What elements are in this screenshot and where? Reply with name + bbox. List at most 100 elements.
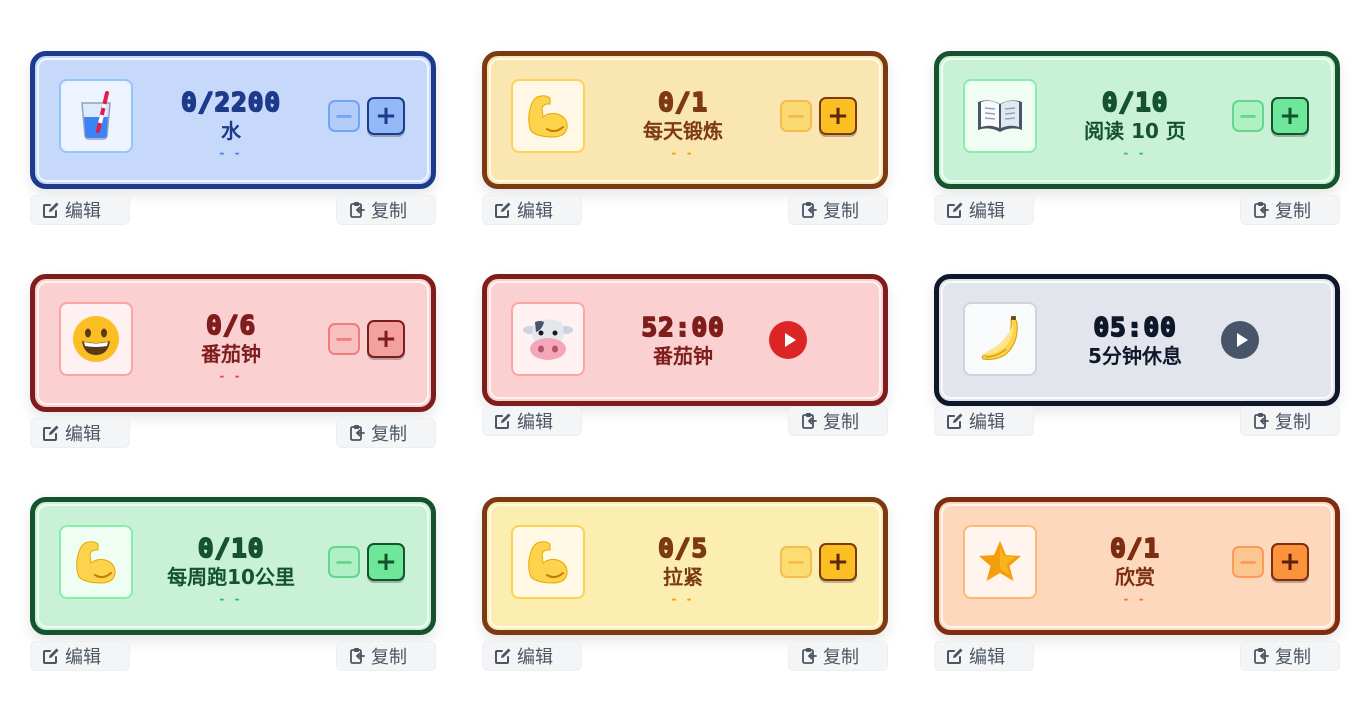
increment-button[interactable]: + <box>819 97 857 135</box>
copy-label: 复制 <box>823 412 859 433</box>
habit-name: 5分钟休息 <box>1088 344 1182 368</box>
habit-info: 05:00 5分钟休息 <box>1039 312 1231 368</box>
edit-button[interactable]: 编辑 <box>934 641 1034 671</box>
habit-card-cell: 05:00 5分钟休息 编辑 复制 <box>934 274 1340 440</box>
increment-button[interactable]: + <box>367 320 405 358</box>
card-actions: 编辑 复制 <box>934 406 1340 440</box>
play-icon <box>1235 332 1249 348</box>
habit-info: 0/2200 水 - - <box>135 87 327 160</box>
edit-button[interactable]: 编辑 <box>482 641 582 671</box>
play-button[interactable] <box>1221 321 1259 359</box>
habit-count: 0/2200 <box>180 87 281 119</box>
copy-label: 复制 <box>371 424 407 445</box>
card-actions: 编辑 复制 <box>934 195 1340 229</box>
decrement-button[interactable]: − <box>1232 100 1264 132</box>
habit-count: 0/1 <box>1109 533 1160 565</box>
habit-name: 水 <box>221 119 241 143</box>
flexed-biceps-icon <box>523 537 573 587</box>
edit-icon <box>945 646 965 666</box>
habit-icon-box <box>963 302 1037 376</box>
copy-button[interactable]: 复制 <box>336 418 436 448</box>
edit-button[interactable]: 编辑 <box>934 195 1034 225</box>
habit-info: 52:00 番茄钟 <box>587 312 779 368</box>
grinning-face-icon <box>71 314 121 364</box>
plus-icon: + <box>827 547 849 577</box>
habit-card-cell: 0/10 阅读 10 页 - - − + 编辑 复制 <box>934 51 1340 229</box>
minus-icon: − <box>333 325 355 353</box>
habit-count: 0/10 <box>1101 87 1169 119</box>
decrement-button[interactable]: − <box>780 546 812 578</box>
habit-name: 拉紧 <box>663 565 703 589</box>
habit-count: 52:00 <box>641 312 725 344</box>
copy-button[interactable]: 复制 <box>1240 195 1340 225</box>
habit-card-cell: 0/1 每天锻炼 - - − + 编辑 复制 <box>482 51 888 229</box>
edit-label: 编辑 <box>65 201 101 222</box>
copy-button[interactable]: 复制 <box>788 641 888 671</box>
habit-card-cell: 0/1 欣赏 - - − + 编辑 复制 <box>934 497 1340 675</box>
habit-card[interactable]: 0/6 番茄钟 - - − + <box>30 274 436 412</box>
copy-button[interactable]: 复制 <box>336 195 436 225</box>
flexed-biceps-icon <box>523 91 573 141</box>
edit-icon <box>493 411 513 431</box>
habit-count: 0/5 <box>657 533 708 565</box>
copy-label: 复制 <box>1275 647 1311 668</box>
copy-button[interactable]: 复制 <box>1240 641 1340 671</box>
edit-button[interactable]: 编辑 <box>30 418 130 448</box>
plus-icon: + <box>375 547 397 577</box>
increment-button[interactable]: + <box>367 543 405 581</box>
habit-info: 0/5 拉紧 - - <box>587 533 779 606</box>
plus-icon: + <box>375 101 397 131</box>
habit-card[interactable]: 0/2200 水 - - − + <box>30 51 436 189</box>
edit-button[interactable]: 编辑 <box>30 195 130 225</box>
habit-info: 0/10 每周跑10公里 - - <box>135 533 327 606</box>
copy-button[interactable]: 复制 <box>788 406 888 436</box>
edit-label: 编辑 <box>969 201 1005 222</box>
copy-label: 复制 <box>371 201 407 222</box>
decrement-button[interactable]: − <box>328 100 360 132</box>
card-actions: 编辑 复制 <box>30 641 436 675</box>
habit-card[interactable]: 0/1 欣赏 - - − + <box>934 497 1340 635</box>
decrement-button[interactable]: − <box>328 323 360 355</box>
edit-button[interactable]: 编辑 <box>934 406 1034 436</box>
card-actions: 编辑 复制 <box>30 195 436 229</box>
decrement-button[interactable]: − <box>1232 546 1264 578</box>
habit-icon-box <box>59 525 133 599</box>
increment-button[interactable]: + <box>819 543 857 581</box>
habit-count: 0/6 <box>205 310 256 342</box>
habit-count: 0/10 <box>197 533 265 565</box>
edit-label: 编辑 <box>517 412 553 433</box>
copy-button[interactable]: 复制 <box>788 195 888 225</box>
edit-button[interactable]: 编辑 <box>482 195 582 225</box>
habit-card[interactable]: 0/10 阅读 10 页 - - − + <box>934 51 1340 189</box>
habit-card[interactable]: 05:00 5分钟休息 <box>934 274 1340 406</box>
habit-card-cell: 0/6 番茄钟 - - − + 编辑 复制 <box>30 274 436 452</box>
habit-card[interactable]: 0/10 每周跑10公里 - - − + <box>30 497 436 635</box>
copy-icon <box>347 423 367 443</box>
edit-button[interactable]: 编辑 <box>482 406 582 436</box>
habit-info: 0/10 阅读 10 页 - - <box>1039 87 1231 160</box>
water-glass-icon <box>73 91 119 141</box>
increment-button[interactable]: + <box>367 97 405 135</box>
decrement-button[interactable]: − <box>780 100 812 132</box>
play-button[interactable] <box>769 321 807 359</box>
decrement-button[interactable]: − <box>328 546 360 578</box>
copy-button[interactable]: 复制 <box>336 641 436 671</box>
copy-button[interactable]: 复制 <box>1240 406 1340 436</box>
increment-button[interactable]: + <box>1271 97 1309 135</box>
edit-button[interactable]: 编辑 <box>30 641 130 671</box>
plus-icon: + <box>1279 101 1301 131</box>
habit-name: 每天锻炼 <box>643 119 723 143</box>
flexed-biceps-icon <box>71 537 121 587</box>
habit-card-cell: 0/2200 水 - - − + 编辑 复制 <box>30 51 436 229</box>
habit-card[interactable]: 0/5 拉紧 - - − + <box>482 497 888 635</box>
habit-icon-box <box>963 525 1037 599</box>
card-actions: 编辑 复制 <box>482 195 888 229</box>
minus-icon: − <box>333 102 355 130</box>
edit-label: 编辑 <box>65 647 101 668</box>
plus-icon: + <box>827 101 849 131</box>
habit-card[interactable]: 52:00 番茄钟 <box>482 274 888 406</box>
card-actions: 编辑 复制 <box>30 418 436 452</box>
minus-icon: − <box>785 548 807 576</box>
increment-button[interactable]: + <box>1271 543 1309 581</box>
habit-card[interactable]: 0/1 每天锻炼 - - − + <box>482 51 888 189</box>
